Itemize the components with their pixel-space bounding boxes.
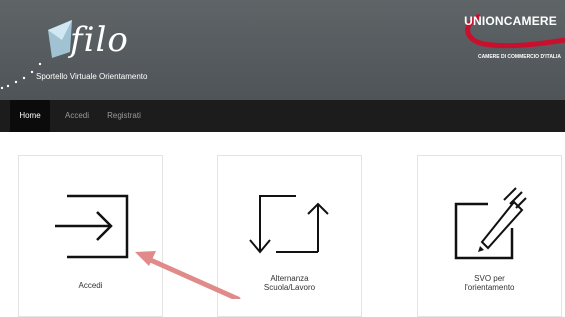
main-navbar: Home Accedi Registrati xyxy=(0,100,565,132)
card-svo[interactable]: SVO per l'orientamento xyxy=(417,155,562,317)
logo-subtitle: Sportello Virtuale Orientamento xyxy=(36,72,148,81)
card-label: Accedi xyxy=(78,281,103,290)
nav-home[interactable]: Home xyxy=(10,100,50,132)
partner-logo-subtitle: CAMERE DI COMMERCIO D'ITALIA xyxy=(477,54,561,60)
up-down-arrows-icon xyxy=(249,195,329,254)
site-header: filo Sportello Virtuale Orientamento UNI… xyxy=(0,0,565,100)
login-icon xyxy=(55,194,129,259)
nav-registrati[interactable]: Registrati xyxy=(101,100,147,132)
card-label-line1: SVO per xyxy=(474,274,505,283)
edit-pen-icon xyxy=(454,187,527,260)
card-alternanza[interactable]: Alternanza Scuola/Lavoro xyxy=(217,155,362,317)
partner-logo-title[interactable]: UNIONCAMERE xyxy=(464,14,557,28)
card-accedi[interactable]: Accedi xyxy=(18,155,163,317)
card-label-line2: l'orientamento xyxy=(464,283,515,292)
card-label-line1: Alternanza xyxy=(270,274,309,283)
card-label-line2: Scuola/Lavoro xyxy=(263,283,316,292)
logo-wordmark[interactable]: filo xyxy=(70,20,129,60)
nav-accedi[interactable]: Accedi xyxy=(58,100,96,132)
